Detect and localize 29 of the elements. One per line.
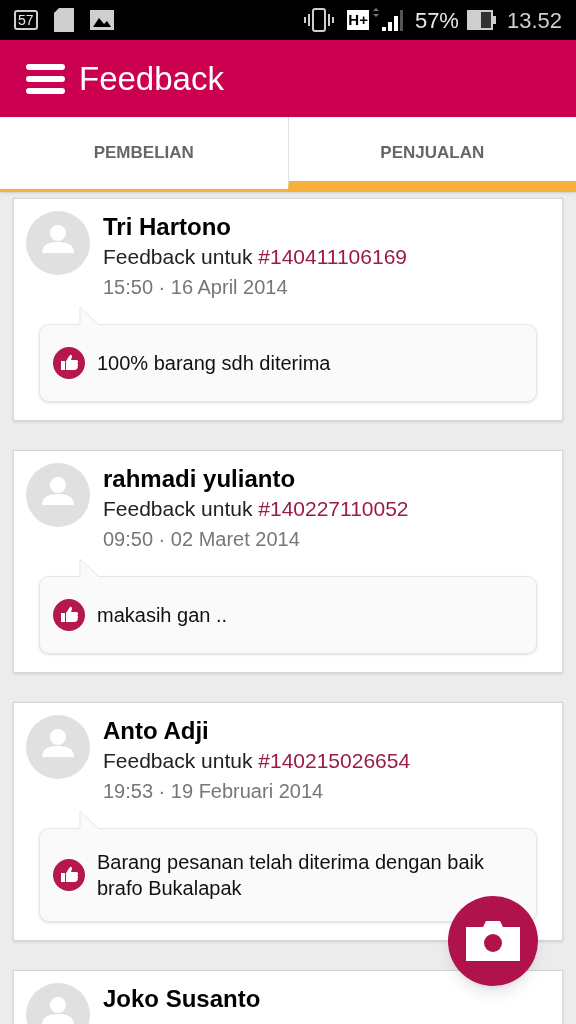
feedback-message: Barang pesanan telah diterima dengan baik brafo Bukalapak (97, 850, 485, 901)
camera-icon (466, 921, 520, 961)
feedback-message: makasih gan .. (97, 603, 228, 628)
clock: 13.52 (506, 6, 562, 35)
feedback-date: 15:50 · 16 April 2014 (103, 275, 289, 300)
avatar-icon (26, 463, 90, 527)
feedback-line: Feedback untuk #140215026654 (103, 748, 411, 774)
feedback-date: 19:53 · 19 Februari 2014 (103, 779, 325, 804)
image-icon (89, 10, 114, 30)
sd-card-icon (53, 8, 74, 32)
vibrate-icon (303, 8, 336, 32)
notification-badge: 57 (14, 10, 38, 30)
battery-percent: 57% (414, 6, 459, 35)
tab[interactable]: PENJUALAN (287, 117, 576, 189)
buyer-name: rahmadi yulianto (103, 464, 297, 494)
screen-title: Feedback (79, 58, 224, 99)
avatar-icon (26, 715, 90, 779)
feedback-line: Feedback untuk #140411106169 (103, 244, 407, 270)
feedback-date: 09:50 · 02 Maret 2014 (103, 527, 301, 552)
battery-icon (466, 10, 497, 30)
feedback-line: Feedback untuk #140227110052 (103, 496, 409, 522)
buyer-name: Tri Hartono (103, 212, 232, 242)
tab[interactable]: PEMBELIAN (0, 117, 288, 189)
feedback-message: 100% barang sdh diterima (97, 351, 331, 376)
buyer-name: Anto Adji (103, 716, 210, 746)
buyer-name: Joko Susanto (103, 984, 261, 1014)
menu-icon[interactable] (26, 63, 65, 94)
avatar-icon (26, 211, 90, 275)
network-type: H+ (347, 10, 369, 30)
